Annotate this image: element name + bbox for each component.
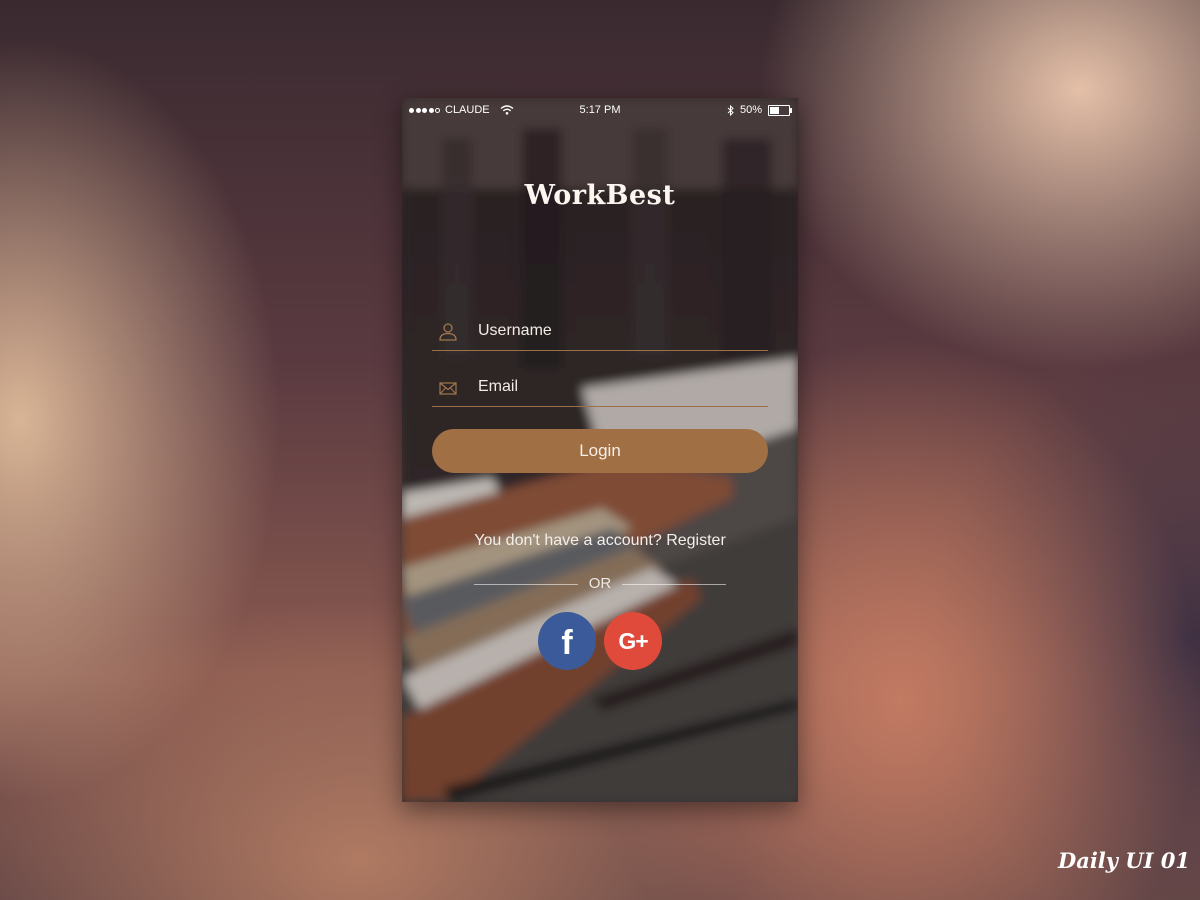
bluetooth-icon [727,104,734,116]
facebook-icon: f [561,623,573,662]
email-input[interactable] [476,374,760,400]
divider-line-right [622,584,726,585]
email-field [432,366,768,407]
app-title: WorkBest [524,180,676,211]
login-button[interactable]: Login [432,429,768,473]
status-right: 50% [727,104,792,116]
battery-percent: 50% [739,104,762,116]
username-field [432,310,768,351]
or-divider: OR [474,575,726,593]
envelope-icon [439,382,457,395]
battery-level [770,106,779,114]
google-plus-icon: G+ [618,627,648,654]
user-icon [439,323,457,341]
daily-ui-watermark: Daily UI 01 [1058,848,1190,873]
facebook-login-button[interactable]: f [538,612,596,670]
google-plus-login-button[interactable]: G+ [604,612,662,670]
phone-screen: CLAUDE 5:17 PM 50% WorkBest Username Ema… [402,98,798,802]
register-link[interactable]: You don't have a account? Register [402,532,798,550]
status-bar: CLAUDE 5:17 PM 50% [402,98,798,124]
username-input[interactable] [476,318,760,344]
battery-icon [768,104,792,116]
